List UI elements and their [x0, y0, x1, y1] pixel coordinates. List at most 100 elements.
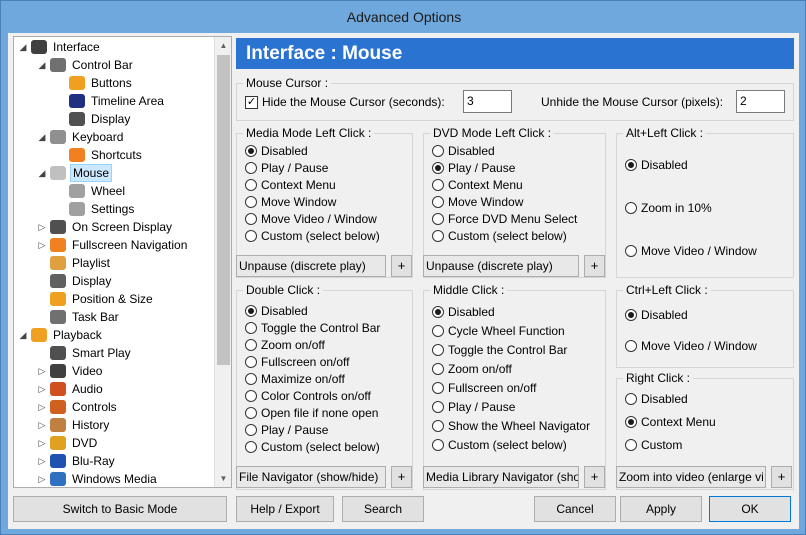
radio-option[interactable]: Disabled — [245, 143, 410, 159]
radio-option[interactable]: Context Menu — [432, 177, 597, 193]
radio-button[interactable] — [432, 420, 444, 432]
expand-arrow-icon[interactable]: ▷ — [37, 434, 47, 452]
radio-option[interactable]: Move Video / Window — [245, 211, 410, 227]
scroll-up-arrow-icon[interactable]: ▲ — [215, 37, 231, 54]
radio-option[interactable]: Zoom on/off — [432, 361, 597, 377]
radio-button[interactable] — [432, 162, 444, 174]
tree-item[interactable]: Smart Play — [14, 344, 214, 362]
collapse-arrow-icon[interactable]: ◢ — [37, 128, 47, 146]
tree-item[interactable]: Display — [14, 272, 214, 290]
expand-arrow-icon[interactable]: ▷ — [37, 218, 47, 236]
radio-button[interactable] — [432, 401, 444, 413]
radio-option[interactable]: Fullscreen on/off — [432, 380, 597, 396]
double-click-add-button[interactable]: + — [391, 466, 412, 488]
radio-button[interactable] — [245, 213, 257, 225]
radio-button[interactable] — [432, 179, 444, 191]
radio-button[interactable] — [625, 439, 637, 451]
tree-item[interactable]: ▷ Controls — [14, 398, 214, 416]
collapse-arrow-icon[interactable]: ◢ — [37, 56, 47, 74]
hide-seconds-input[interactable]: 3 — [463, 90, 512, 113]
radio-button[interactable] — [432, 325, 444, 337]
radio-option[interactable]: Disabled — [432, 143, 597, 159]
tree-item[interactable]: ◢ Interface — [14, 38, 214, 56]
radio-button[interactable] — [245, 305, 257, 317]
radio-option[interactable]: Custom (select below) — [432, 228, 597, 244]
radio-option[interactable]: Zoom in 10% — [625, 200, 790, 216]
radio-option[interactable]: Context Menu — [245, 177, 410, 193]
radio-option[interactable]: Open file if none open — [245, 405, 410, 421]
expand-arrow-icon[interactable]: ▷ — [37, 452, 47, 470]
radio-option[interactable]: Disabled — [432, 304, 597, 320]
tree-item[interactable]: ▷ Audio — [14, 380, 214, 398]
settings-tree[interactable]: ◢ Interface ◢ Control Bar Buttons Timeline Ar… — [13, 36, 232, 488]
unhide-pixels-input[interactable]: 2 — [736, 90, 785, 113]
radio-button[interactable] — [432, 306, 444, 318]
radio-button[interactable] — [245, 441, 257, 453]
expand-arrow-icon[interactable]: ▷ — [37, 362, 47, 380]
apply-button[interactable]: Apply — [620, 496, 702, 522]
expand-arrow-icon[interactable]: ▷ — [37, 470, 47, 487]
cancel-button[interactable]: Cancel — [534, 496, 616, 522]
middle-click-add-button[interactable]: + — [584, 466, 605, 488]
radio-option[interactable]: Toggle the Control Bar — [245, 320, 410, 336]
radio-button[interactable] — [625, 340, 637, 352]
radio-option[interactable]: Disabled — [245, 303, 410, 319]
radio-option[interactable]: Move Window — [245, 194, 410, 210]
radio-option[interactable]: Force DVD Menu Select — [432, 211, 597, 227]
radio-button[interactable] — [245, 179, 257, 191]
radio-button[interactable] — [245, 322, 257, 334]
radio-option[interactable]: Show the Wheel Navigator — [432, 418, 597, 434]
tree-item[interactable]: ▷ Windows Media — [14, 470, 214, 487]
tree-item[interactable]: Buttons — [14, 74, 214, 92]
radio-option[interactable]: Move Window — [432, 194, 597, 210]
radio-option[interactable]: Cycle Wheel Function — [432, 323, 597, 339]
tree-item[interactable]: Shortcuts — [14, 146, 214, 164]
radio-button[interactable] — [432, 196, 444, 208]
radio-option[interactable]: Play / Pause — [432, 399, 597, 415]
tree-item[interactable]: Playlist — [14, 254, 214, 272]
radio-button[interactable] — [625, 202, 637, 214]
radio-button[interactable] — [625, 309, 637, 321]
tree-item[interactable]: Display — [14, 110, 214, 128]
tree-item[interactable]: Timeline Area — [14, 92, 214, 110]
radio-option[interactable]: Play / Pause — [245, 160, 410, 176]
scroll-thumb[interactable] — [217, 55, 230, 365]
help-export-button[interactable]: Help / Export — [236, 496, 334, 522]
radio-button[interactable] — [245, 424, 257, 436]
radio-button[interactable] — [432, 439, 444, 451]
radio-option[interactable]: Zoom on/off — [245, 337, 410, 353]
switch-to-basic-mode-button[interactable]: Switch to Basic Mode — [13, 496, 227, 522]
radio-option[interactable]: Play / Pause — [245, 422, 410, 438]
scroll-down-arrow-icon[interactable]: ▼ — [215, 470, 231, 487]
tree-item[interactable]: ◢ Control Bar — [14, 56, 214, 74]
radio-button[interactable] — [432, 344, 444, 356]
radio-option[interactable]: Toggle the Control Bar — [432, 342, 597, 358]
radio-button[interactable] — [432, 382, 444, 394]
radio-button[interactable] — [245, 373, 257, 385]
radio-button[interactable] — [625, 245, 637, 257]
radio-option[interactable]: Custom — [625, 437, 790, 453]
collapse-arrow-icon[interactable]: ◢ — [18, 38, 28, 56]
radio-button[interactable] — [245, 196, 257, 208]
checkbox-box[interactable]: ✓ — [245, 96, 258, 109]
radio-option[interactable]: Custom (select below) — [245, 228, 410, 244]
expand-arrow-icon[interactable]: ▷ — [37, 398, 47, 416]
expand-arrow-icon[interactable]: ▷ — [37, 416, 47, 434]
media-left-custom-combo[interactable]: Unpause (discrete play) — [236, 255, 386, 277]
radio-button[interactable] — [432, 363, 444, 375]
dvd-left-add-button[interactable]: + — [584, 255, 605, 277]
radio-button[interactable] — [432, 145, 444, 157]
radio-button[interactable] — [625, 416, 637, 428]
tree-item[interactable]: ◢ Mouse — [14, 164, 214, 182]
tree-scrollbar[interactable]: ▲ ▼ — [214, 37, 231, 487]
radio-button[interactable] — [245, 407, 257, 419]
radio-button[interactable] — [625, 159, 637, 171]
search-button[interactable]: Search — [342, 496, 424, 522]
tree-item[interactable]: ▷ DVD — [14, 434, 214, 452]
media-left-add-button[interactable]: + — [391, 255, 412, 277]
radio-option[interactable]: Disabled — [625, 307, 790, 323]
radio-option[interactable]: Maximize on/off — [245, 371, 410, 387]
collapse-arrow-icon[interactable]: ◢ — [18, 326, 28, 344]
radio-button[interactable] — [245, 390, 257, 402]
middle-click-custom-combo[interactable]: Media Library Navigator (sho — [423, 466, 579, 488]
